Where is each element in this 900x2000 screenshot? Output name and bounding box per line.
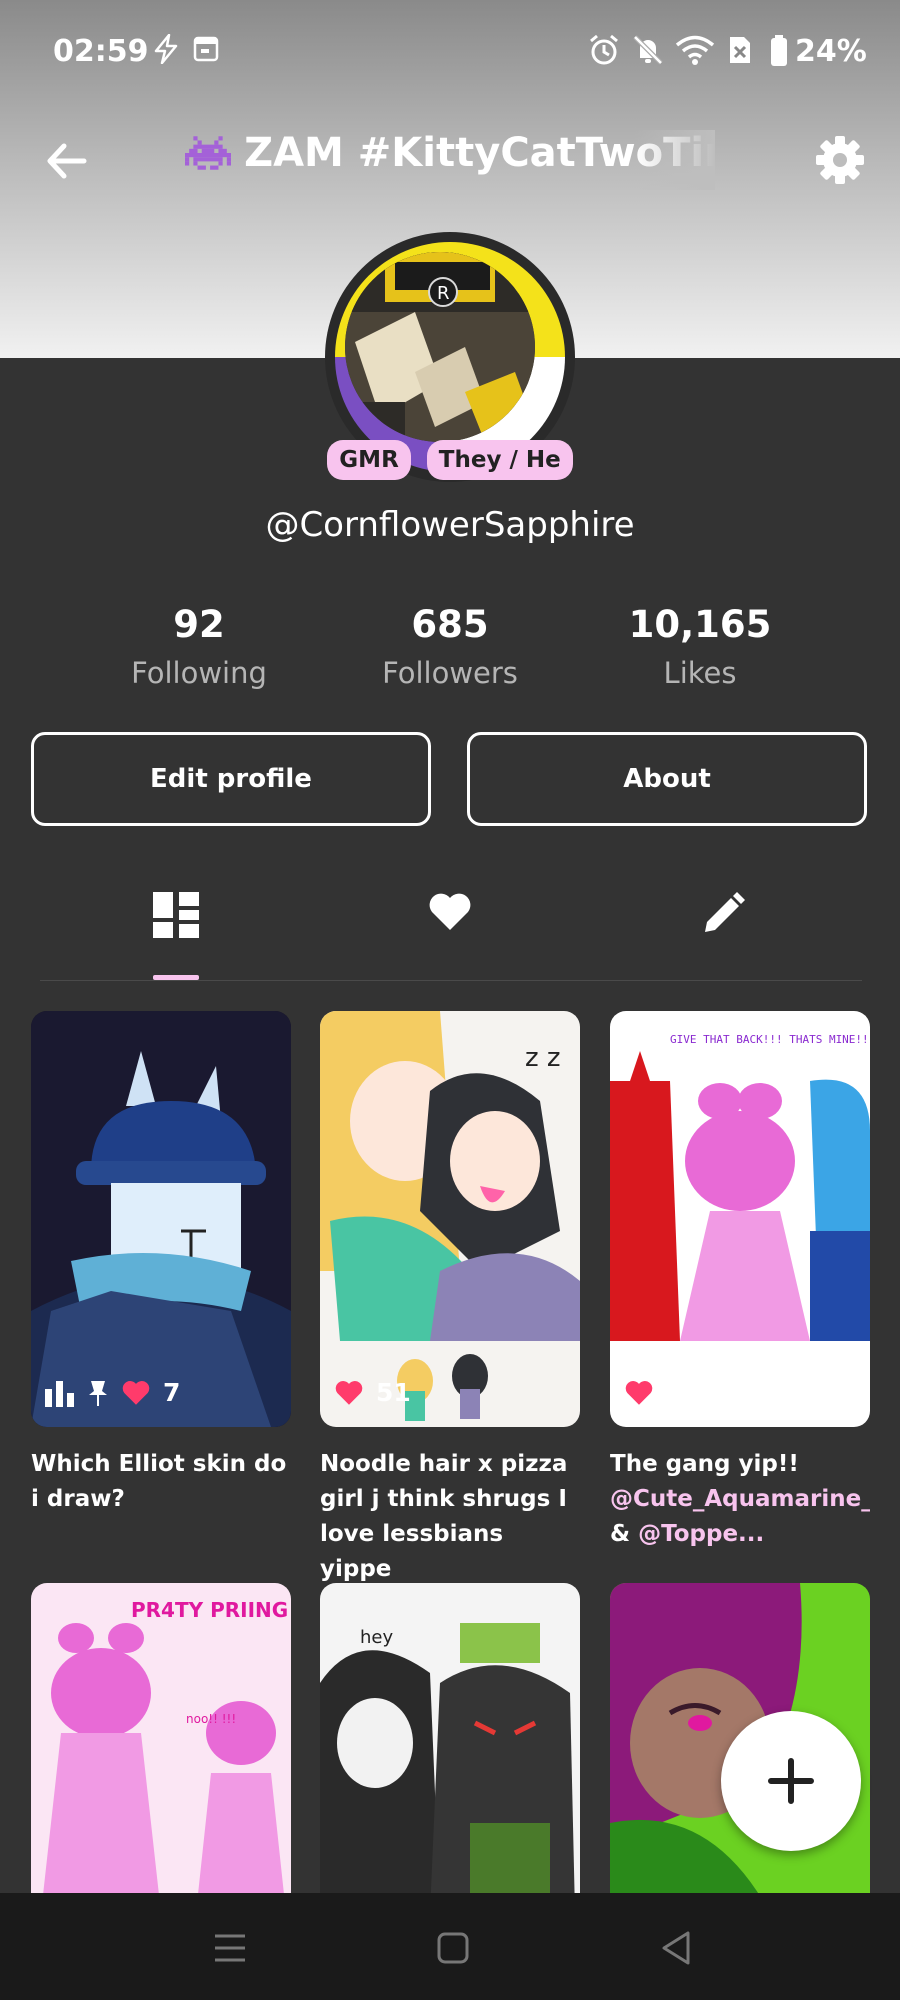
heart-icon (122, 1380, 150, 1405)
profile-tabs (40, 880, 862, 981)
post-thumbnail[interactable]: GIVE THAT BACK!!! THATS MINE!! UR NOT AN… (610, 1011, 870, 1427)
stat-label: Followers (382, 656, 518, 690)
sim-icon (730, 37, 750, 63)
post-meta: 7 (45, 1378, 180, 1407)
status-time: 02:59 (53, 34, 149, 69)
art-text: noo!! !!! (186, 1712, 236, 1726)
stat-value: 685 (411, 603, 489, 646)
menu-icon (215, 1934, 245, 1962)
caption-joiner: & (610, 1521, 639, 1547)
stat-followers[interactable]: 685 Followers (330, 603, 570, 690)
settings-button[interactable] (812, 132, 868, 188)
post-thumbnail[interactable]: PR4TY PRIING noo!! !!! (31, 1583, 291, 1913)
mention-link[interactable]: @Toppe... (638, 1521, 764, 1547)
stat-following[interactable]: 92 Following (79, 603, 319, 690)
like-count: 109 (666, 1378, 719, 1407)
create-post-button[interactable] (721, 1711, 861, 1851)
pin-icon (89, 1380, 107, 1406)
svg-text:z z: z z (525, 1043, 561, 1073)
post-card[interactable]: z z 51 Noodle hair x pizza girl j think … (320, 1011, 580, 1587)
post-caption: Which Elliot skin do i draw? (31, 1451, 287, 1512)
stat-value: 10,165 (628, 603, 772, 646)
art-text: PR4TY PRIING (131, 1598, 288, 1622)
heart-icon (429, 893, 471, 930)
post-thumbnail[interactable]: 7 (31, 1011, 291, 1427)
avatar-image: R (345, 252, 535, 442)
recent-apps-button[interactable] (205, 1923, 255, 1973)
back-triangle-icon (662, 1931, 690, 1965)
back-button[interactable] (40, 136, 100, 186)
title-text: ZAM #KittyCatTwoTin (244, 130, 715, 176)
alien-monster-icon (185, 136, 231, 170)
like-count: 51 (376, 1378, 411, 1407)
post-thumbnail[interactable]: z z 51 (320, 1011, 580, 1427)
plus-icon (768, 1758, 814, 1804)
pencil-icon (705, 892, 745, 932)
flash-icon (154, 34, 178, 64)
stat-likes[interactable]: 10,165 Likes (580, 603, 820, 690)
top-bar: ZAM #KittyCatTwoTin (0, 120, 900, 200)
home-button[interactable] (428, 1923, 478, 1973)
stat-value: 92 (173, 603, 225, 646)
post-caption: The gang yip!! @Cute_Aquamarine_Robot_Gi… (610, 1447, 870, 1552)
art-text: hey (360, 1627, 393, 1648)
mention-link[interactable]: @Cute_Aquamarine_Robot_Girl_Fox (610, 1486, 870, 1512)
caption-text: The gang yip!! (610, 1451, 799, 1477)
grid-icon (153, 892, 199, 938)
back-nav-button[interactable] (652, 1923, 702, 1973)
status-bar: 02:59 24% (0, 0, 900, 100)
art-text: GIVE THAT BACK!!! THATS MINE!! UR NOT AN… (670, 1033, 870, 1046)
home-square-icon (437, 1932, 469, 1964)
post-image-roblox-character (31, 1011, 291, 1427)
back-arrow-icon (47, 143, 87, 179)
heart-icon (335, 1380, 363, 1405)
post-card[interactable]: 7 Which Elliot skin do i draw? (31, 1011, 291, 1517)
post-card[interactable]: GIVE THAT BACK!!! THATS MINE!! UR NOT AN… (610, 1011, 870, 1552)
calendar-icon (193, 36, 219, 62)
battery-icon (771, 35, 787, 66)
post-card[interactable]: hey (320, 1583, 580, 1913)
post-image-pink-robot-gang: GIVE THAT BACK!!! THATS MINE!! UR NOT AN… (610, 1011, 870, 1427)
tab-liked[interactable] (400, 880, 500, 980)
post-caption: Noodle hair x pizza girl j think shrugs … (320, 1451, 568, 1582)
page-title: ZAM #KittyCatTwoTin (185, 130, 715, 190)
wifi-icon (675, 35, 715, 65)
tab-drafts[interactable] (673, 880, 773, 980)
heart-icon (625, 1380, 653, 1405)
muted-bell-icon (633, 35, 663, 65)
tab-posts[interactable] (126, 880, 226, 980)
username: @CornflowerSapphire (265, 505, 635, 545)
battery-percent: 24% (795, 34, 867, 69)
gear-icon (816, 136, 864, 184)
badge-gmr: GMR (327, 440, 411, 480)
like-count: 7 (163, 1378, 181, 1407)
system-navigation-bar (0, 1893, 900, 2000)
stat-label: Likes (663, 656, 737, 690)
post-meta: 109 (624, 1378, 718, 1407)
post-meta: 51 (334, 1378, 411, 1407)
profile-badges: GMR They / He (0, 440, 900, 480)
badge-pronouns: They / He (426, 440, 573, 480)
post-image-black-haired-characters: hey (320, 1583, 580, 1913)
stat-label: Following (131, 656, 267, 690)
alarm-icon (590, 34, 618, 65)
about-button[interactable]: About (467, 732, 867, 826)
active-tab-indicator (153, 975, 199, 980)
stats-icon (45, 1380, 74, 1407)
post-image-pink-robot-party: PR4TY PRIING noo!! !!! (31, 1583, 291, 1913)
post-card[interactable]: PR4TY PRIING noo!! !!! (31, 1583, 291, 1913)
post-image-two-girls: z z (320, 1011, 580, 1427)
edit-profile-button[interactable]: Edit profile (31, 732, 431, 826)
post-thumbnail[interactable]: hey (320, 1583, 580, 1913)
svg-text:R: R (437, 283, 450, 304)
